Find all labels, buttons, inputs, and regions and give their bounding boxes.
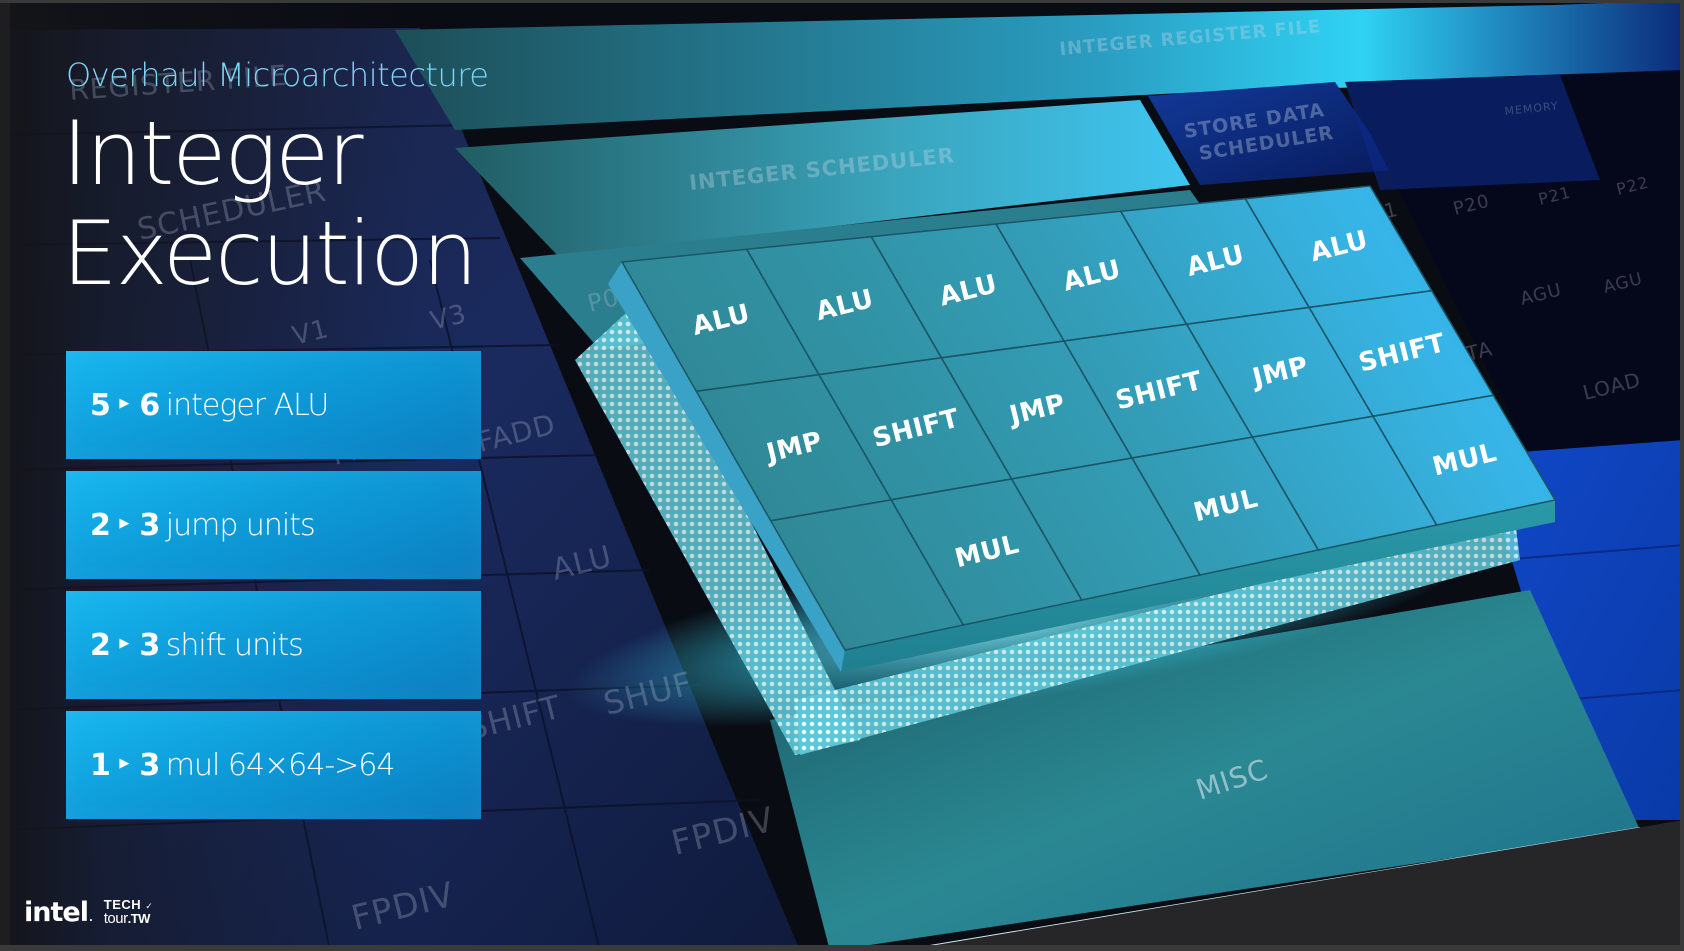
spec-from: 2: [90, 627, 111, 663]
intel-wordmark: intel: [24, 897, 89, 928]
tech-tour-bottom: tour.TW: [104, 911, 154, 926]
spec-from: 1: [90, 747, 111, 783]
frame-top: [0, 0, 1684, 3]
slide: INTEGER REGISTER FILE INTEGER SCHEDULER …: [0, 0, 1684, 951]
spec-from: 2: [90, 507, 111, 543]
spec-panel-alu: 5 ▶ 6 integer ALU: [66, 351, 481, 459]
play-arrow-icon: ▶: [119, 635, 130, 651]
branding-logo: intel. TECH ✓ tour.TW: [24, 898, 153, 926]
play-arrow-icon: ▶: [119, 515, 130, 531]
spec-panel-jump: 2 ▶ 3 jump units: [66, 471, 481, 579]
spec-description: shift units: [165, 627, 304, 663]
tw-suffix: .TW: [127, 911, 151, 926]
check-mark-icon: ✓: [145, 901, 154, 911]
spec-to: 3: [139, 507, 160, 543]
slide-subtitle: Overhaul Microarchitecture: [66, 56, 489, 94]
spec-from: 5: [90, 387, 111, 423]
spec-panel-mul: 1 ▶ 3 mul 64×64->64: [66, 711, 481, 819]
spec-to: 3: [139, 627, 160, 663]
spec-description: jump units: [165, 507, 316, 543]
play-arrow-icon: ▶: [119, 395, 130, 411]
spec-description: mul 64×64->64: [165, 747, 396, 783]
intel-logo: intel.: [24, 897, 93, 928]
spec-panel-shift: 2 ▶ 3 shift units: [66, 591, 481, 699]
slide-title-line-1: Integer: [62, 102, 363, 205]
intel-dot: .: [88, 913, 93, 924]
frame-bottom: [0, 945, 1684, 951]
frame-right: [1680, 0, 1684, 951]
tech-tour-logo: TECH ✓ tour.TW: [104, 898, 154, 926]
slide-title-line-2: Execution: [62, 202, 478, 305]
play-arrow-icon: ▶: [119, 755, 130, 771]
spec-to: 6: [139, 387, 160, 423]
spec-to: 3: [139, 747, 160, 783]
spec-description: integer ALU: [165, 387, 330, 423]
slide-title: Integer Execution: [62, 102, 478, 305]
frame-left: [0, 0, 10, 951]
tour-word: tour: [103, 910, 128, 927]
